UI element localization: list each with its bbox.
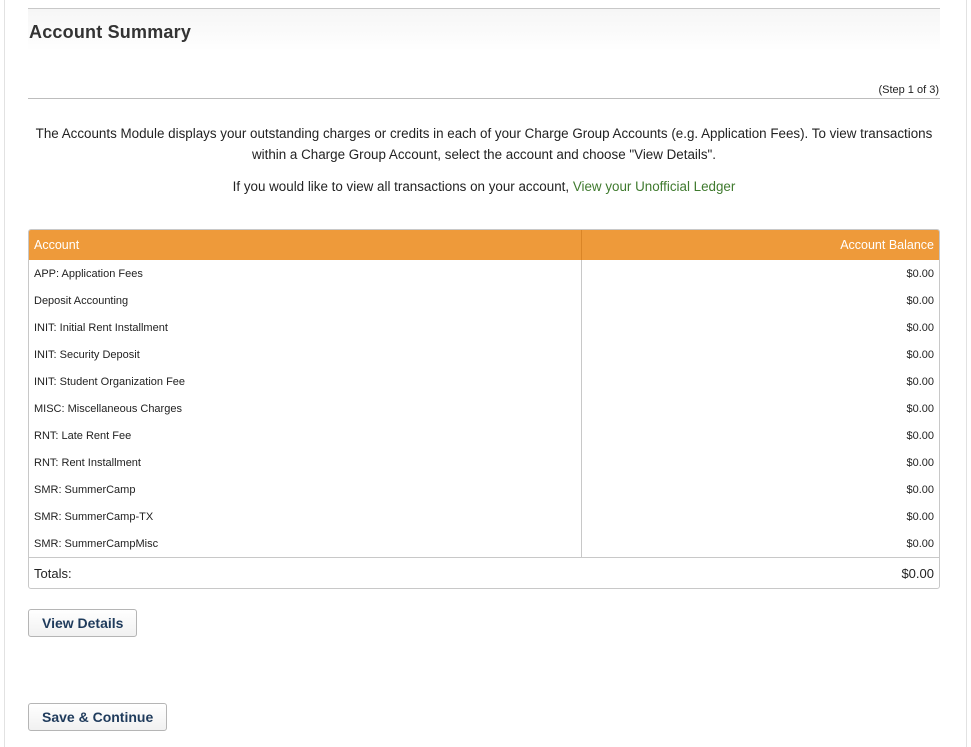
page-title: Account Summary bbox=[29, 22, 192, 42]
account-name: INIT: Security Deposit bbox=[34, 348, 140, 361]
table-row[interactable]: INIT: Initial Rent Installment $0.00 bbox=[29, 314, 939, 341]
accounts-table-body: APP: Application Fees $0.00 Deposit Accou… bbox=[29, 260, 939, 558]
totals-row: Totals: $0.00 bbox=[29, 557, 939, 588]
table-header-row: Account Account Balance bbox=[29, 230, 939, 260]
intro-paragraph: The Accounts Module displays your outsta… bbox=[35, 126, 933, 162]
step-indicator: (Step 1 of 3) bbox=[878, 84, 939, 96]
column-header-account: Account bbox=[29, 230, 582, 260]
totals-label: Totals: bbox=[29, 557, 582, 588]
table-row[interactable]: INIT: Security Deposit $0.00 bbox=[29, 341, 939, 368]
ledger-prefix: If you would like to view all transactio… bbox=[232, 179, 573, 194]
totals-value: $0.00 bbox=[581, 557, 939, 588]
account-balance: $0.00 bbox=[581, 341, 939, 368]
account-name: SMR: SummerCampMisc bbox=[34, 537, 159, 550]
account-name: INIT: Initial Rent Installment bbox=[34, 321, 168, 334]
table-row[interactable]: RNT: Rent Installment $0.00 bbox=[29, 449, 939, 476]
unofficial-ledger-link[interactable]: View your Unofficial Ledger bbox=[573, 179, 736, 194]
account-balance: $0.00 bbox=[581, 503, 939, 530]
table-row[interactable]: SMR: SummerCampMisc $0.00 bbox=[29, 530, 939, 558]
accounts-table-container: Account Account Balance APP: Application… bbox=[28, 229, 940, 589]
account-name: APP: Application Fees bbox=[34, 267, 143, 280]
page-header: Account Summary bbox=[28, 8, 940, 51]
table-row[interactable]: APP: Application Fees $0.00 bbox=[29, 260, 939, 287]
account-name: RNT: Late Rent Fee bbox=[34, 429, 132, 442]
account-balance: $0.00 bbox=[581, 530, 939, 558]
account-balance: $0.00 bbox=[581, 368, 939, 395]
table-row[interactable]: SMR: SummerCamp-TX $0.00 bbox=[29, 503, 939, 530]
account-balance: $0.00 bbox=[581, 422, 939, 449]
divider bbox=[28, 98, 940, 99]
table-row[interactable]: RNT: Late Rent Fee $0.00 bbox=[29, 422, 939, 449]
page: Account Summary (Step 1 of 3) The Accoun… bbox=[4, 0, 967, 747]
accounts-table: Account Account Balance APP: Application… bbox=[29, 230, 939, 588]
ledger-line: If you would like to view all transactio… bbox=[28, 176, 940, 197]
account-name: INIT: Student Organization Fee bbox=[34, 375, 186, 388]
account-name: SMR: SummerCamp-TX bbox=[34, 510, 154, 523]
account-name: SMR: SummerCamp bbox=[34, 483, 136, 496]
account-balance: $0.00 bbox=[581, 287, 939, 314]
table-row[interactable]: INIT: Student Organization Fee $0.00 bbox=[29, 368, 939, 395]
table-row[interactable]: Deposit Accounting $0.00 bbox=[29, 287, 939, 314]
save-continue-button[interactable]: Save & Continue bbox=[28, 703, 168, 731]
account-balance: $0.00 bbox=[581, 260, 939, 287]
intro-text: The Accounts Module displays your outsta… bbox=[28, 123, 940, 197]
account-balance: $0.00 bbox=[581, 395, 939, 422]
account-name: MISC: Miscellaneous Charges bbox=[34, 402, 182, 415]
account-balance: $0.00 bbox=[581, 314, 939, 341]
account-balance: $0.00 bbox=[581, 449, 939, 476]
view-details-button[interactable]: View Details bbox=[28, 609, 138, 637]
column-header-balance: Account Balance bbox=[581, 230, 939, 260]
table-row[interactable]: MISC: Miscellaneous Charges $0.00 bbox=[29, 395, 939, 422]
account-balance: $0.00 bbox=[581, 476, 939, 503]
account-name: Deposit Accounting bbox=[34, 294, 129, 307]
account-name: RNT: Rent Installment bbox=[34, 456, 141, 469]
table-row[interactable]: SMR: SummerCamp $0.00 bbox=[29, 476, 939, 503]
